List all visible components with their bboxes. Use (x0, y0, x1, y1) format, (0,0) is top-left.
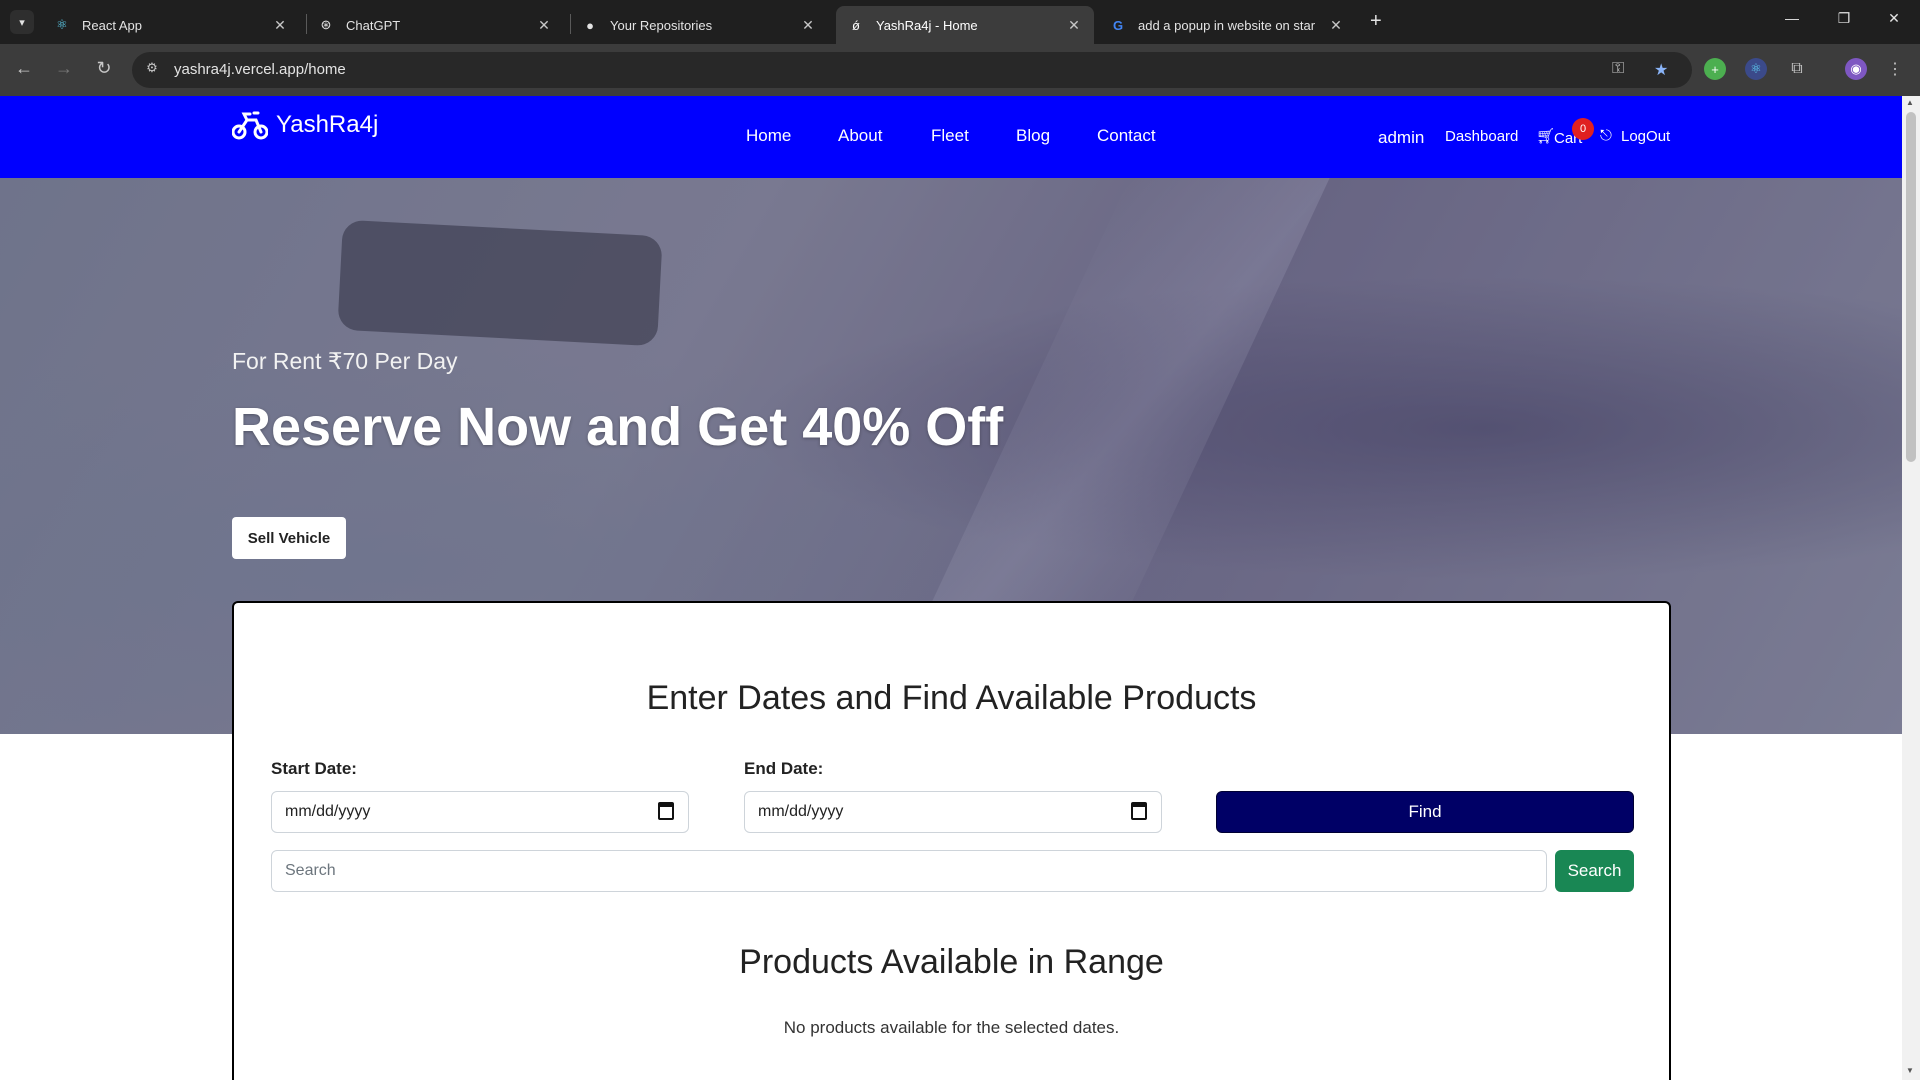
bookmark-star-icon[interactable]: ★ (1654, 60, 1668, 80)
back-arrow-icon[interactable]: ← (12, 58, 36, 79)
nav-contact[interactable]: Contact (1097, 126, 1156, 146)
restore-icon[interactable]: ❐ (1824, 10, 1864, 27)
hero-title: Reserve Now and Get 40% Off (232, 397, 1004, 457)
results-heading: Products Available in Range (739, 943, 1164, 981)
key-icon[interactable]: ⚿ (1612, 60, 1624, 78)
calendar-icon[interactable] (1131, 802, 1147, 820)
close-icon[interactable]: ✕ (1328, 17, 1344, 34)
scroll-down-arrow-icon[interactable]: ▼ (1906, 1066, 1914, 1075)
close-icon[interactable]: ✕ (536, 17, 552, 34)
site-header: YashRa4j Home About Fleet Blog Contact a… (0, 96, 1902, 178)
nav-blog[interactable]: Blog (1016, 126, 1050, 146)
search-button[interactable]: Search (1555, 850, 1634, 892)
empty-results-message: No products available for the selected d… (783, 1018, 1120, 1037)
sell-vehicle-button[interactable]: Sell Vehicle (232, 517, 346, 559)
hero-subtitle: For Rent ₹70 Per Day (232, 348, 458, 374)
close-icon[interactable]: ✕ (800, 17, 816, 34)
tab-title: add a popup in website on star (1138, 17, 1316, 33)
search-input[interactable] (271, 850, 1547, 892)
new-tab-button[interactable]: + (1370, 10, 1382, 33)
react-devtools-icon[interactable]: ⚛ (1745, 58, 1767, 80)
nav-fleet[interactable]: Fleet (931, 126, 969, 146)
react-icon: ⚛ (56, 17, 68, 32)
profile-avatar[interactable]: ◉ (1845, 58, 1867, 80)
scroll-up-arrow-icon[interactable]: ▲ (1906, 98, 1914, 107)
tab-chatgpt[interactable]: ⊛ ChatGPT ✕ (306, 6, 564, 44)
nav-about[interactable]: About (838, 126, 882, 146)
tab-yashra4j-home[interactable]: ǿ YashRa4j - Home ✕ (836, 6, 1094, 44)
extension-green-icon[interactable]: + (1704, 58, 1726, 80)
url-text[interactable]: yashra4j.vercel.app/home (174, 61, 346, 78)
date-finder-card: Enter Dates and Find Available Products … (232, 601, 1671, 1080)
tab-title: ChatGPT (346, 17, 401, 33)
tab-google-search[interactable]: G add a popup in website on star ✕ (1098, 6, 1356, 44)
logout-icon[interactable]: ⎋ (1600, 127, 1612, 144)
address-bar[interactable]: ⚙ yashra4j.vercel.app/home ⚿ ★ (132, 52, 1692, 88)
bike-icon (232, 111, 268, 140)
tab-react-app[interactable]: ⚛ React App ✕ (42, 6, 300, 44)
brand-logo[interactable]: YashRa4j (232, 110, 378, 140)
close-icon[interactable]: ✕ (272, 17, 288, 34)
reload-icon[interactable]: ↻ (92, 58, 116, 79)
end-date-label: End Date: (744, 759, 824, 778)
nav-logout[interactable]: LogOut (1621, 128, 1670, 145)
extensions-puzzle-icon[interactable]: ⧉ (1786, 58, 1808, 80)
browser-toolbar: ← → ↻ ⚙ yashra4j.vercel.app/home ⚿ ★ + ⚛… (0, 44, 1920, 96)
find-button[interactable]: Find (1216, 791, 1634, 833)
end-date-input[interactable]: mm/dd/yyyy (744, 791, 1162, 833)
finder-heading: Enter Dates and Find Available Products (646, 679, 1257, 717)
minimize-icon[interactable]: — (1772, 10, 1812, 26)
brand-name: YashRa4j (276, 111, 379, 138)
date-placeholder: mm/dd/yyyy (758, 803, 844, 820)
tab-title: Your Repositories (610, 17, 713, 33)
tab-title: React App (82, 17, 142, 33)
tab-your-repositories[interactable]: ● Your Repositories ✕ (570, 6, 828, 44)
nav-user-admin[interactable]: admin (1378, 128, 1424, 148)
tab-title: YashRa4j - Home (876, 17, 978, 33)
tab-search-button[interactable]: ▾ (10, 10, 34, 34)
scrollbar-thumb[interactable] (1906, 112, 1916, 462)
browser-menu-icon[interactable]: ⋮ (1884, 58, 1906, 80)
start-date-input[interactable]: mm/dd/yyyy (271, 791, 689, 833)
chatgpt-icon: ⊛ (320, 17, 332, 32)
cart-count-badge: 0 (1572, 118, 1594, 140)
nav-dashboard[interactable]: Dashboard (1445, 128, 1518, 145)
site-info-icon[interactable]: ⚙ (142, 60, 162, 80)
start-date-label: Start Date: (271, 759, 357, 778)
nav-home[interactable]: Home (746, 126, 791, 146)
close-icon[interactable]: ✕ (1066, 17, 1082, 34)
calendar-icon[interactable] (658, 802, 674, 820)
github-icon: ● (586, 17, 594, 33)
bike-icon: ǿ (852, 17, 860, 33)
date-placeholder: mm/dd/yyyy (285, 803, 371, 820)
page-scrollbar[interactable]: ▲ ▼ (1902, 96, 1920, 1080)
cart-icon[interactable]: 🛒︎ (1536, 127, 1555, 145)
browser-tab-bar: ▾ ⚛ React App ✕ ⊛ ChatGPT ✕ ● Your Repos… (0, 0, 1920, 44)
window-close-icon[interactable]: ✕ (1874, 10, 1914, 27)
forward-arrow-icon[interactable]: → (52, 58, 76, 79)
google-icon: G (1112, 17, 1124, 33)
